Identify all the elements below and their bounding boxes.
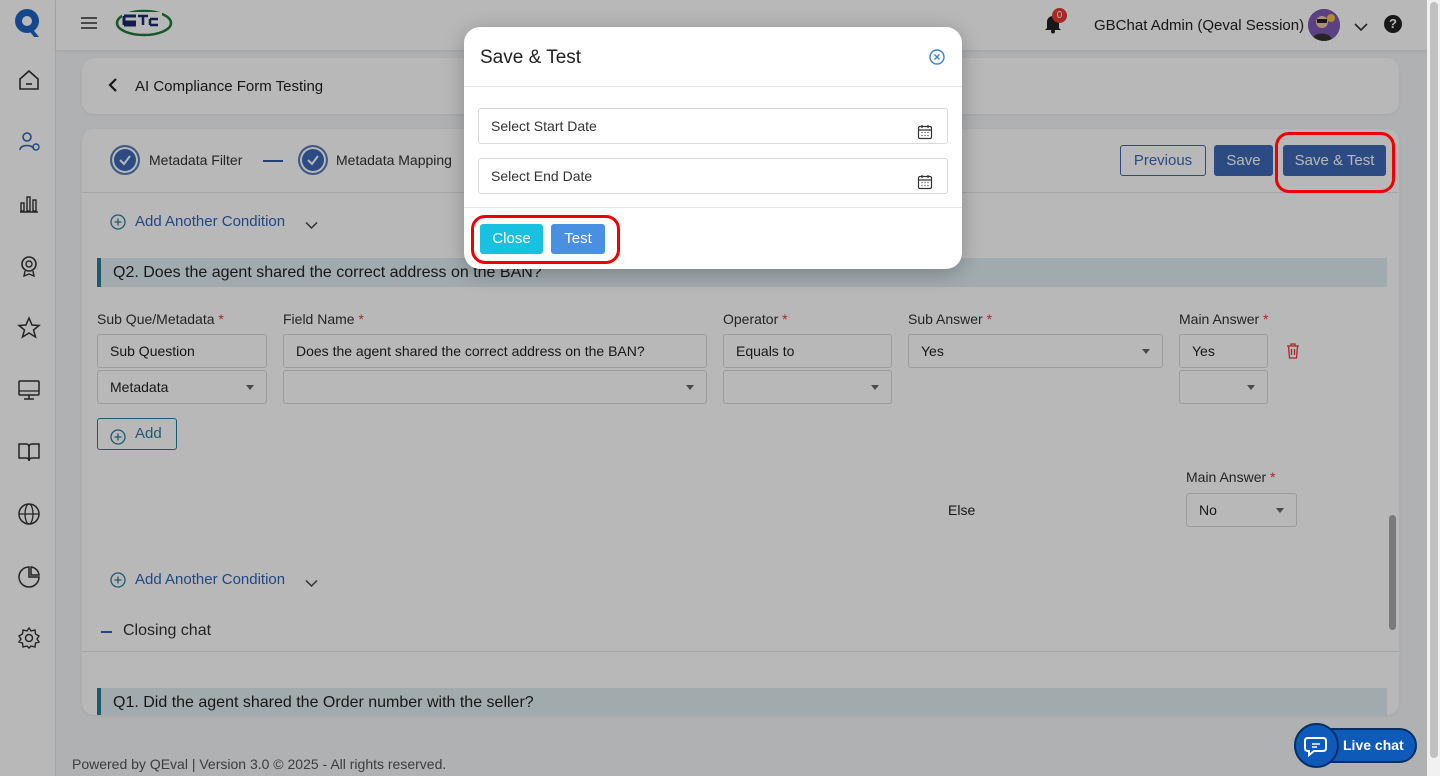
calendar-icon[interactable] [917, 168, 933, 190]
live-chat-label[interactable]: Live chat [1343, 737, 1404, 753]
end-date-input[interactable]: Select End Date [478, 158, 948, 194]
modal-divider [464, 207, 962, 208]
close-icon[interactable] [929, 49, 945, 65]
start-date-input[interactable]: Select Start Date [478, 108, 948, 144]
modal-divider [464, 86, 962, 87]
highlight-save-test [1275, 132, 1395, 193]
highlight-modal-buttons [471, 215, 620, 264]
modal-title: Save & Test [480, 47, 582, 68]
page-scrollbar[interactable] [1430, 2, 1438, 758]
chat-bubble-icon[interactable] [1294, 723, 1339, 768]
calendar-icon[interactable] [917, 118, 933, 140]
